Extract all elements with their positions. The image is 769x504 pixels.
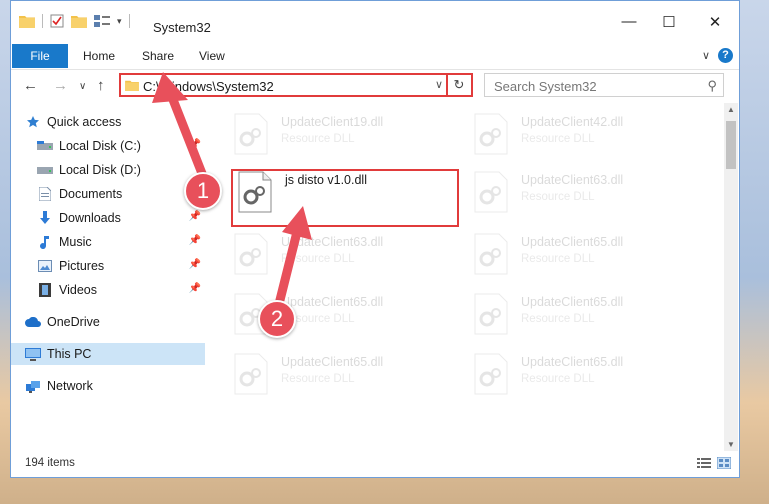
step-badge-2: 2 <box>258 300 296 338</box>
arrow-1-head <box>152 72 188 103</box>
arrow-2-head <box>282 206 312 240</box>
arrow-2 <box>275 223 303 305</box>
annotation-arrows <box>152 72 312 305</box>
step-badge-1: 1 <box>184 172 222 210</box>
arrow-1 <box>165 87 208 181</box>
